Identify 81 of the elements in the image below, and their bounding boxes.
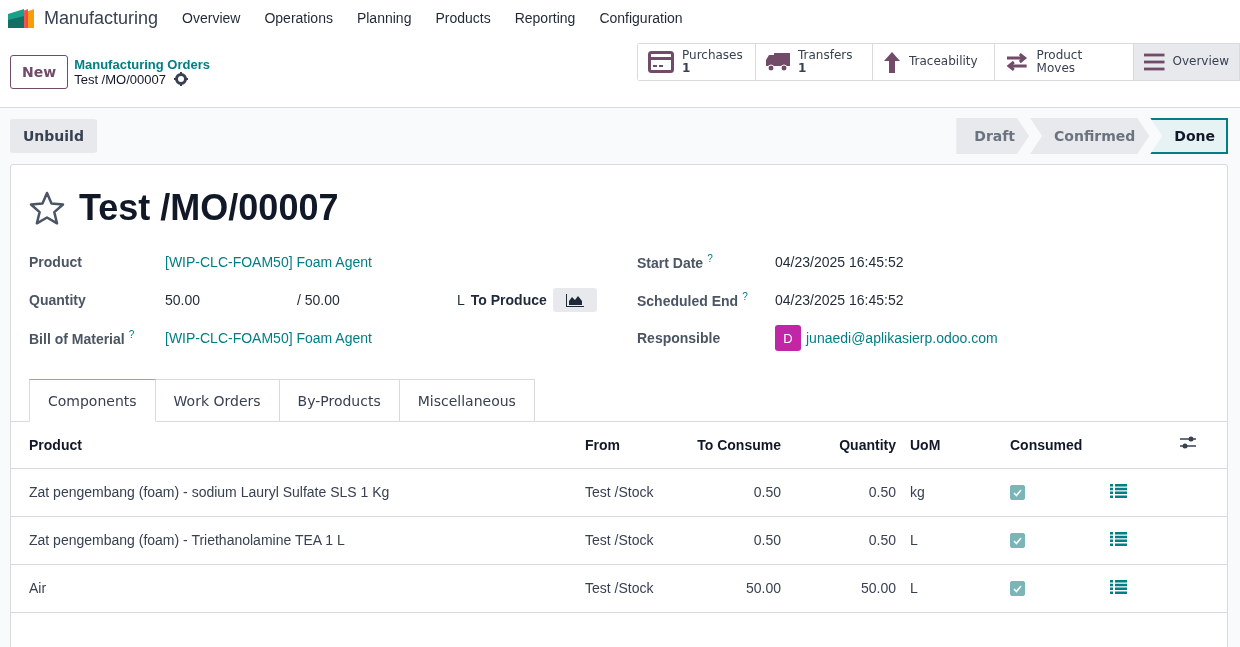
table-cell: kg: [906, 468, 1006, 516]
app-logo-icon: [8, 8, 36, 28]
table-cell: 0.50: [791, 468, 906, 516]
table-cell: 0.50: [671, 468, 791, 516]
status-stage[interactable]: Confirmed: [1030, 118, 1150, 154]
consumed-checkbox[interactable]: [1010, 581, 1025, 597]
exchange-icon: [1005, 51, 1029, 72]
status-stage[interactable]: Draft: [956, 118, 1030, 154]
forecast-button[interactable]: [552, 288, 597, 312]
smart-button[interactable]: Overview: [1134, 43, 1240, 80]
area-chart-icon: [565, 293, 584, 307]
up-arrow-icon: [883, 50, 901, 73]
menu-item[interactable]: Reporting: [514, 10, 576, 26]
help-icon[interactable]: ?: [128, 329, 135, 341]
column-header[interactable]: Quantity: [791, 422, 906, 468]
detail-list-icon[interactable]: [1110, 483, 1127, 498]
menu-item[interactable]: Configuration: [599, 10, 683, 26]
field-link[interactable]: [WIP-CLC-FOAM50] Foam Agent: [165, 254, 372, 270]
table-cell: Zat pengembang (foam) - Triethanolamine TEA 1 L: [11, 516, 581, 564]
unbuild-button[interactable]: Unbuild: [10, 119, 97, 153]
user-link[interactable]: junaedi@aplikasierp.odoo.com: [806, 330, 998, 346]
table-cell: Test /Stock: [581, 516, 671, 564]
field-label: Start Date $^{?}$: [637, 253, 714, 271]
column-header[interactable]: From: [581, 422, 671, 468]
table-cell: 50.00: [671, 564, 791, 612]
field-label: Quantity: [29, 292, 87, 308]
check-icon: [1013, 488, 1022, 497]
menu-item[interactable]: Planning: [356, 10, 412, 26]
user-avatar: D: [775, 325, 801, 351]
column-header[interactable]: To Consume: [671, 422, 791, 468]
star-icon[interactable]: [29, 191, 65, 225]
field-link[interactable]: [WIP-CLC-FOAM50] Foam Agent: [165, 330, 372, 346]
consumed-checkbox[interactable]: [1010, 485, 1025, 501]
consumed-checkbox[interactable]: [1010, 533, 1025, 549]
check-icon: [1013, 536, 1022, 545]
tab[interactable]: Components: [29, 379, 156, 422]
quantity-value[interactable]: 50.00: [165, 292, 297, 308]
table-cell: Air: [11, 564, 581, 612]
table-cell: 0.50: [671, 516, 791, 564]
credit-card-icon: [648, 50, 674, 73]
help-icon[interactable]: ?: [742, 291, 748, 303]
table-cell: L: [906, 564, 1006, 612]
column-header[interactable]: UoM: [906, 422, 1006, 468]
menu-icon: [1144, 52, 1165, 71]
menu-item[interactable]: Operations: [264, 10, 333, 26]
status-stage[interactable]: Done: [1150, 118, 1228, 154]
detail-list-icon[interactable]: [1110, 579, 1127, 594]
menu-item[interactable]: Products: [435, 10, 491, 26]
table-cell: 0.50: [791, 516, 906, 564]
detail-list-icon[interactable]: [1110, 531, 1127, 546]
column-header[interactable]: Consumed: [1006, 422, 1106, 468]
record-title: Test /MO/00007: [79, 187, 339, 229]
tab[interactable]: By-Products: [279, 379, 400, 422]
menu-item[interactable]: Overview: [182, 10, 241, 26]
check-icon: [1013, 584, 1022, 593]
field-value: 04/23/2025 16:45:52: [775, 292, 904, 308]
new-button[interactable]: New: [10, 54, 69, 89]
help-icon[interactable]: ?: [707, 253, 713, 265]
truck-icon: [766, 51, 790, 72]
uom-value: L: [457, 292, 465, 308]
smart-button[interactable]: Purchases 1: [638, 43, 756, 80]
field-label: Responsible: [637, 330, 722, 346]
table-cell: Zat pengembang (foam) - sodium Lauryl Sulfate SLS 1 Kg: [11, 468, 581, 516]
field-value: 04/23/2025 16:45:52: [775, 254, 904, 270]
settings-icon[interactable]: [173, 72, 188, 86]
table-cell: 50.00: [791, 564, 906, 612]
table-cell: L: [906, 516, 1006, 564]
field-label: Bill of Material $^{?}$: [29, 329, 136, 347]
column-settings-icon[interactable]: [1180, 436, 1196, 451]
column-header[interactable]: Product: [11, 422, 581, 468]
tab[interactable]: Miscellaneous: [399, 379, 535, 422]
breadcrumb-link[interactable]: Manufacturing Orders: [74, 56, 210, 72]
record-name: Test /MO/00007: [74, 71, 166, 87]
table-cell: Test /Stock: [581, 564, 671, 612]
table-cell: Test /Stock: [581, 468, 671, 516]
tab[interactable]: Work Orders: [155, 379, 280, 422]
field-label: Product: [29, 254, 83, 270]
app-name[interactable]: Manufacturing: [44, 7, 159, 29]
field-label: Scheduled End $^{?}$: [637, 291, 749, 309]
to-produce-label: To Produce: [470, 292, 547, 308]
quantity-total: / 50.00: [297, 292, 341, 308]
